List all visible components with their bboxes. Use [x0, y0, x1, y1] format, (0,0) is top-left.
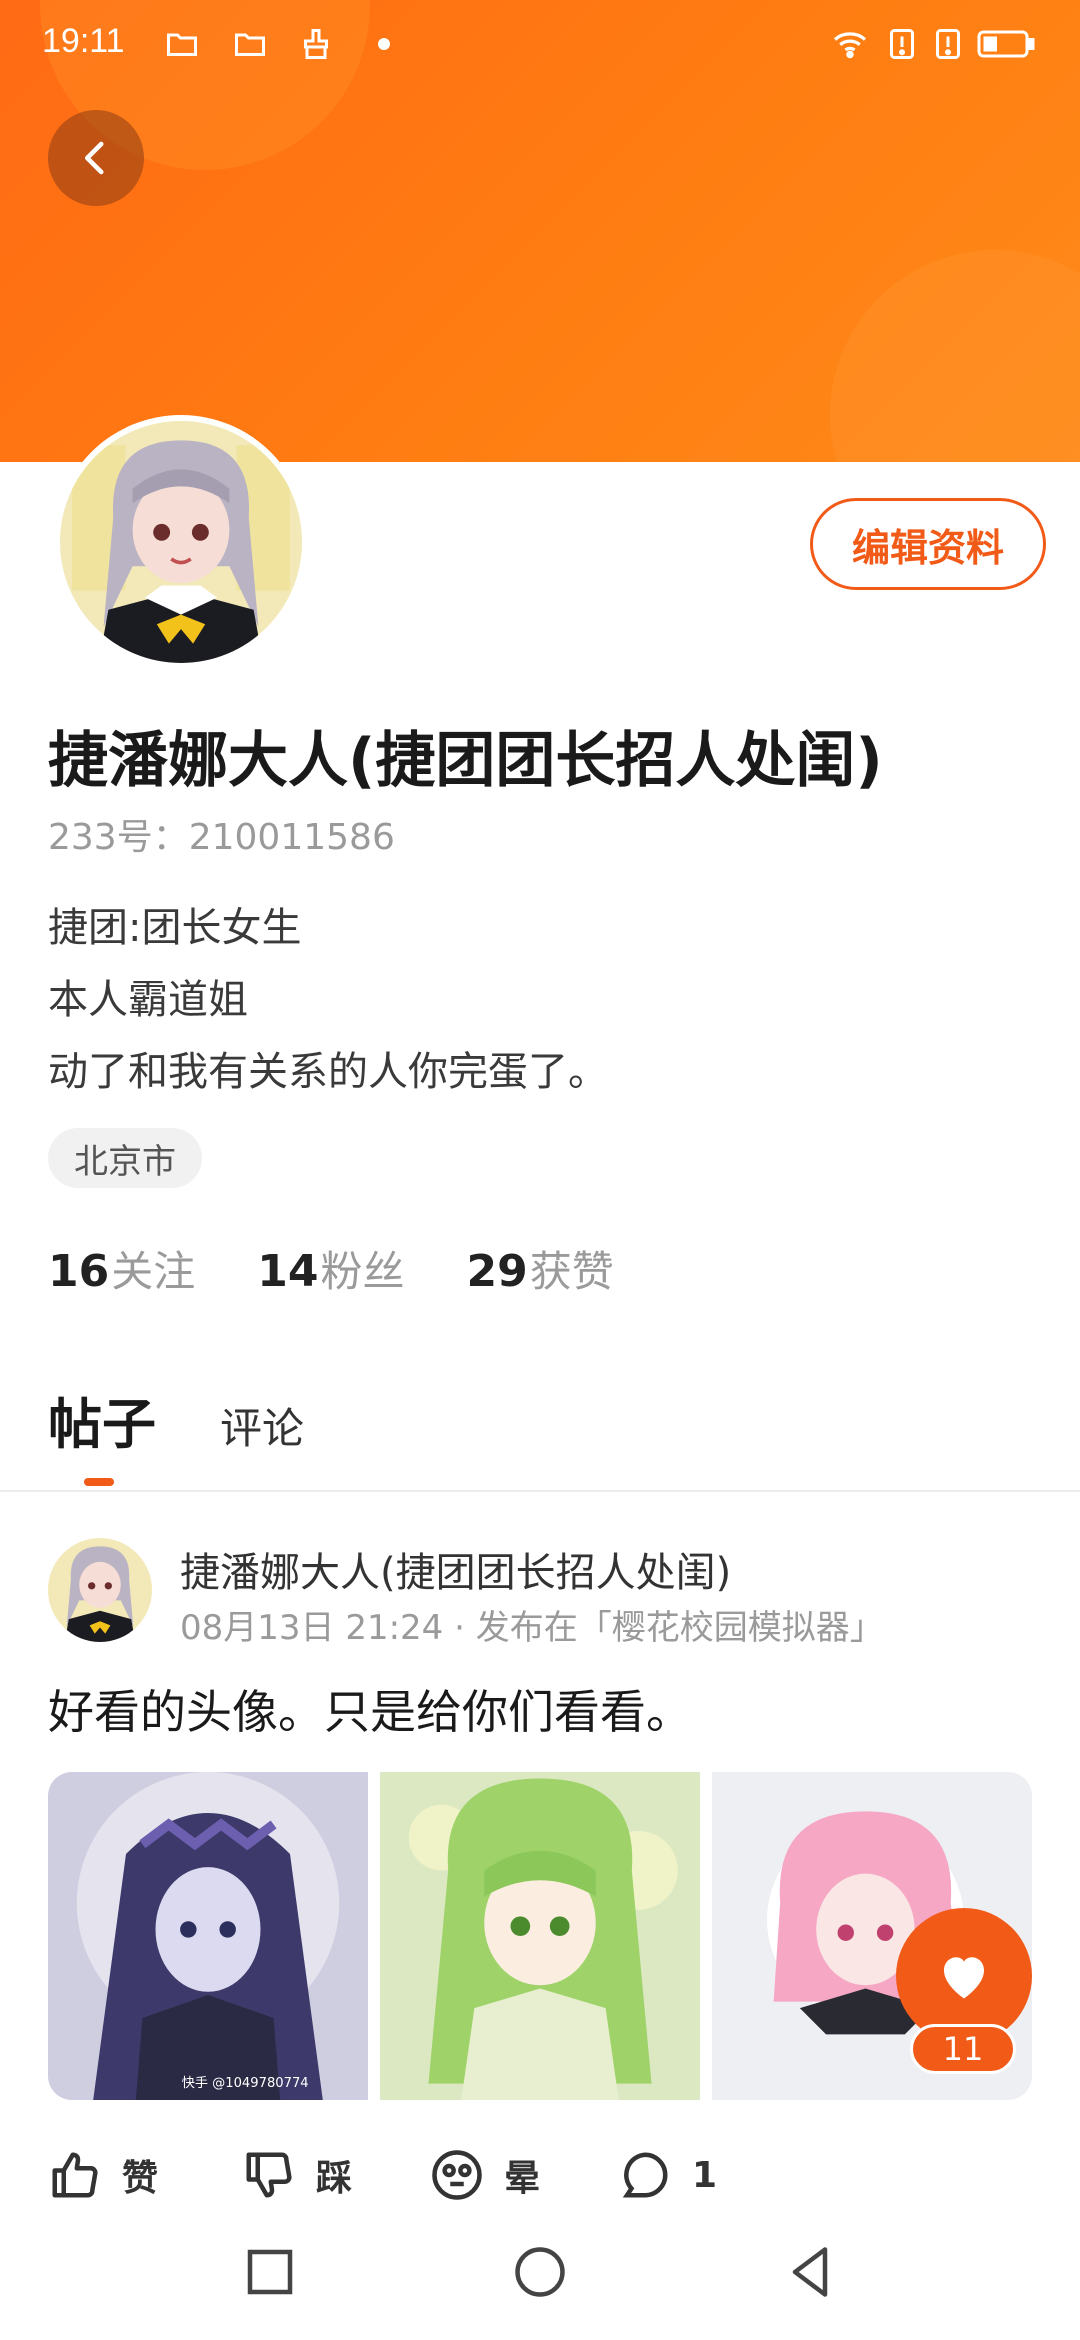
action-label: 1 — [692, 2154, 718, 2196]
profile-uid: 233号：210011586 — [48, 817, 395, 858]
bio-line: 本人霸道姐 — [48, 977, 248, 1023]
dizzy-face-icon — [432, 2150, 482, 2200]
back-button[interactable] — [48, 110, 144, 206]
edit-profile-button[interactable]: 编辑资料 — [810, 498, 1046, 590]
stat-followers[interactable]: 14 粉丝 — [257, 1238, 404, 1299]
stat-label: 粉丝 — [320, 1247, 405, 1296]
recent-apps-icon — [247, 2249, 293, 2295]
alert-icon — [930, 26, 966, 62]
favorite-count: 11 — [910, 2024, 1016, 2074]
post-image[interactable]: 快手 @1049780774 — [48, 1772, 368, 2100]
post-image-gallery: 快手 @1049780774 — [48, 1772, 1032, 2100]
like-button[interactable]: 赞 — [48, 2148, 158, 2202]
heart-icon — [944, 1957, 984, 1999]
dislike-button[interactable]: 踩 — [242, 2148, 352, 2202]
chevron-left-icon — [84, 141, 104, 175]
profile-tabs: 帖子 评论 — [48, 1380, 304, 1459]
recent-apps-button[interactable] — [240, 2242, 300, 2302]
post-text[interactable]: 好看的头像。只是给你们看看。 — [48, 1676, 692, 1742]
action-label: 踩 — [316, 2158, 353, 2199]
tab-indicator — [84, 1478, 114, 1486]
folder-icon — [232, 26, 268, 62]
battery-icon — [976, 26, 1036, 62]
location-tag: 北京市 — [48, 1128, 202, 1188]
system-back-button[interactable] — [780, 2242, 840, 2302]
stat-label: 关注 — [111, 1247, 196, 1296]
tab-posts[interactable]: 帖子 — [48, 1380, 156, 1459]
stat-number: 14 — [257, 1246, 319, 1297]
thumbs-up-icon — [52, 2152, 98, 2198]
back-icon — [792, 2247, 828, 2297]
wifi-icon — [830, 26, 870, 62]
home-icon — [515, 2247, 565, 2297]
thumbs-down-icon — [246, 2152, 292, 2198]
alert-icon — [884, 26, 920, 62]
status-time: 19:11 — [42, 22, 125, 60]
divider — [0, 1490, 1080, 1492]
image-watermark: 快手 @1049780774 — [182, 2075, 309, 2091]
post-author-avatar[interactable] — [48, 1538, 152, 1642]
cleaner-icon — [298, 26, 334, 62]
folder-icon — [164, 26, 200, 62]
stat-number: 29 — [466, 1246, 528, 1297]
post-actions: 赞 踩 晕 1 — [48, 2148, 1048, 2202]
comment-icon — [622, 2152, 668, 2198]
action-label: 晕 — [504, 2158, 541, 2199]
profile-stats: 16 关注 14 粉丝 29 获赞 — [48, 1238, 614, 1299]
tab-comments[interactable]: 评论 — [220, 1395, 304, 1456]
profile-avatar[interactable] — [54, 415, 308, 669]
comment-button[interactable]: 1 — [618, 2148, 717, 2202]
stat-likes[interactable]: 29 获赞 — [467, 1238, 614, 1299]
post-author-name[interactable]: 捷潘娜大人(捷团团长招人处闺) — [180, 1540, 731, 1598]
profile-header-banner: 19:11 — [0, 0, 1080, 462]
system-nav-bar — [0, 2202, 1080, 2340]
stat-number: 16 — [48, 1246, 110, 1297]
profile-bio: 捷团:团长女生 本人霸道姐 动了和我有关系的人你完蛋了。 — [48, 892, 608, 1108]
action-label: 赞 — [122, 2158, 159, 2199]
notification-dot — [378, 38, 390, 50]
status-bar: 19:11 — [0, 0, 1080, 90]
header-decoration — [830, 250, 1080, 462]
home-button[interactable] — [510, 2242, 570, 2302]
bio-line: 动了和我有关系的人你完蛋了。 — [48, 1049, 608, 1095]
profile-name: 捷潘娜大人(捷团团长招人处闺) — [48, 726, 883, 796]
stat-following[interactable]: 16 关注 — [48, 1238, 195, 1299]
bio-line: 捷团:团长女生 — [48, 905, 302, 951]
stat-label: 获赞 — [529, 1247, 614, 1296]
post-meta: 08月13日 21:24 · 发布在「樱花校园模拟器」 — [180, 1608, 884, 1648]
dizzy-button[interactable]: 晕 — [430, 2148, 540, 2202]
post-image[interactable] — [380, 1772, 700, 2100]
